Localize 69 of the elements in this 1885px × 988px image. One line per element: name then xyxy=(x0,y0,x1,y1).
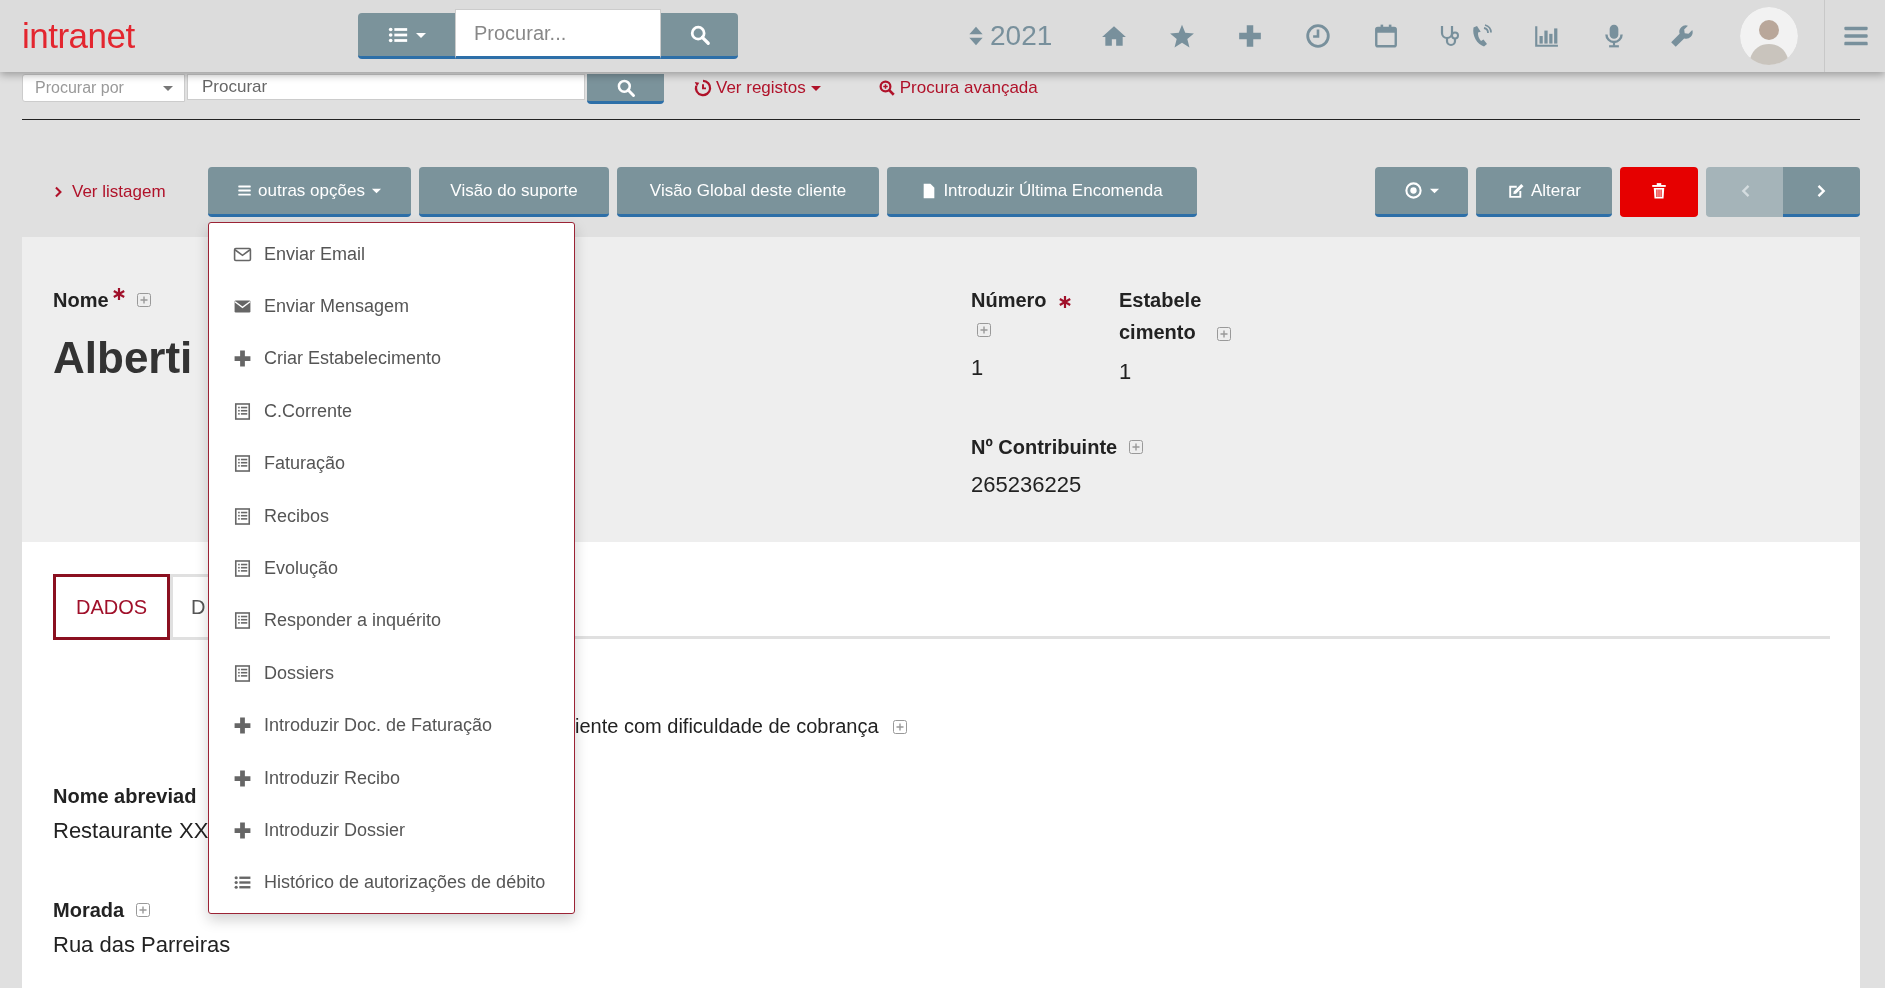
next-button[interactable] xyxy=(1783,167,1860,217)
expand-icon[interactable] xyxy=(137,293,152,307)
field-label: Nome xyxy=(53,289,109,311)
search-button[interactable] xyxy=(587,74,664,104)
menu-item[interactable]: Recibos xyxy=(209,489,574,543)
field-value: Rua das Parreiras xyxy=(53,931,231,959)
list-document-icon xyxy=(232,559,252,579)
avatar-icon[interactable] xyxy=(1740,7,1798,65)
search-button[interactable] xyxy=(661,13,738,59)
plus-icon xyxy=(232,716,252,736)
checkbox-label: iente com dificuldade de cobrança xyxy=(575,715,879,738)
plus-icon xyxy=(232,349,252,369)
menu-item[interactable]: Introduzir Doc. de Faturação xyxy=(209,699,574,752)
expand-icon[interactable] xyxy=(1129,440,1144,454)
history-icon xyxy=(694,79,712,97)
edit-icon xyxy=(1506,181,1525,200)
expand-icon[interactable] xyxy=(892,719,907,734)
phone-icon[interactable] xyxy=(1470,24,1494,48)
search-icon xyxy=(615,77,636,98)
field-value: Restaurante XX xyxy=(53,817,209,845)
search-field[interactable]: Procurar... xyxy=(455,9,661,59)
plus-icon[interactable] xyxy=(1237,23,1263,49)
zoom-in-icon xyxy=(877,79,896,97)
list-document-icon xyxy=(232,401,252,421)
field-value: 1 xyxy=(1119,358,1132,386)
calendar-icon[interactable] xyxy=(1373,23,1399,49)
field-label: Número xyxy=(971,288,1047,313)
bar-chart-icon[interactable] xyxy=(1533,23,1559,49)
expand-icon[interactable] xyxy=(1217,327,1231,341)
menu-item[interactable]: Histórico de autorizações de débito xyxy=(209,856,574,910)
menu-icon xyxy=(237,183,253,198)
list-document-icon xyxy=(232,454,252,474)
field-label: Morada xyxy=(53,898,125,923)
tab[interactable]: DADOS xyxy=(53,574,170,640)
clock-icon[interactable] xyxy=(1305,23,1331,49)
menu-item[interactable]: Introduzir Recibo xyxy=(209,751,574,805)
field-value: 265236225 xyxy=(971,471,1082,499)
search-field[interactable]: Procurar xyxy=(187,74,585,100)
client-name: Alberti xyxy=(53,333,193,383)
expand-icon[interactable] xyxy=(136,903,151,917)
plus-icon xyxy=(232,768,252,788)
delete-button[interactable] xyxy=(1620,167,1698,217)
field-label: Estabelecimento xyxy=(1119,289,1202,343)
trash-icon xyxy=(1650,181,1668,200)
list-menu-button[interactable] xyxy=(358,13,455,59)
records-link[interactable]: Ver registos xyxy=(694,78,822,98)
expand-icon[interactable] xyxy=(977,323,991,337)
list-document-icon xyxy=(232,663,252,683)
menu-item[interactable]: C.Corrente xyxy=(209,385,574,438)
advanced-search-link[interactable]: Procura avançada xyxy=(877,78,1038,98)
menu-item[interactable]: Introduzir Dossier xyxy=(209,804,574,857)
menu-item[interactable]: Dossiers xyxy=(209,647,574,700)
field-value: 1 xyxy=(971,354,984,382)
list-document-icon xyxy=(232,611,252,631)
menu-item[interactable]: Enviar Email xyxy=(209,228,574,281)
list-document-icon xyxy=(232,506,252,526)
stethoscope-icon[interactable] xyxy=(1438,24,1462,48)
plus-icon xyxy=(232,821,252,840)
search-icon xyxy=(688,23,711,46)
field-label: Nº Contribuinte xyxy=(971,435,1118,460)
menu-item[interactable]: Faturação xyxy=(209,437,574,490)
menu-item[interactable]: Criar Estabelecimento xyxy=(209,332,574,386)
field-label: Nome abreviad xyxy=(53,784,197,809)
menu-item[interactable]: Enviar Mensagem xyxy=(209,280,574,333)
star-icon[interactable] xyxy=(1169,23,1195,49)
wrench-icon[interactable] xyxy=(1669,23,1695,49)
settings-dropdown-button[interactable] xyxy=(1375,167,1468,217)
target-icon xyxy=(1403,181,1423,200)
back-to-list-link[interactable]: Ver listagem xyxy=(52,182,208,202)
